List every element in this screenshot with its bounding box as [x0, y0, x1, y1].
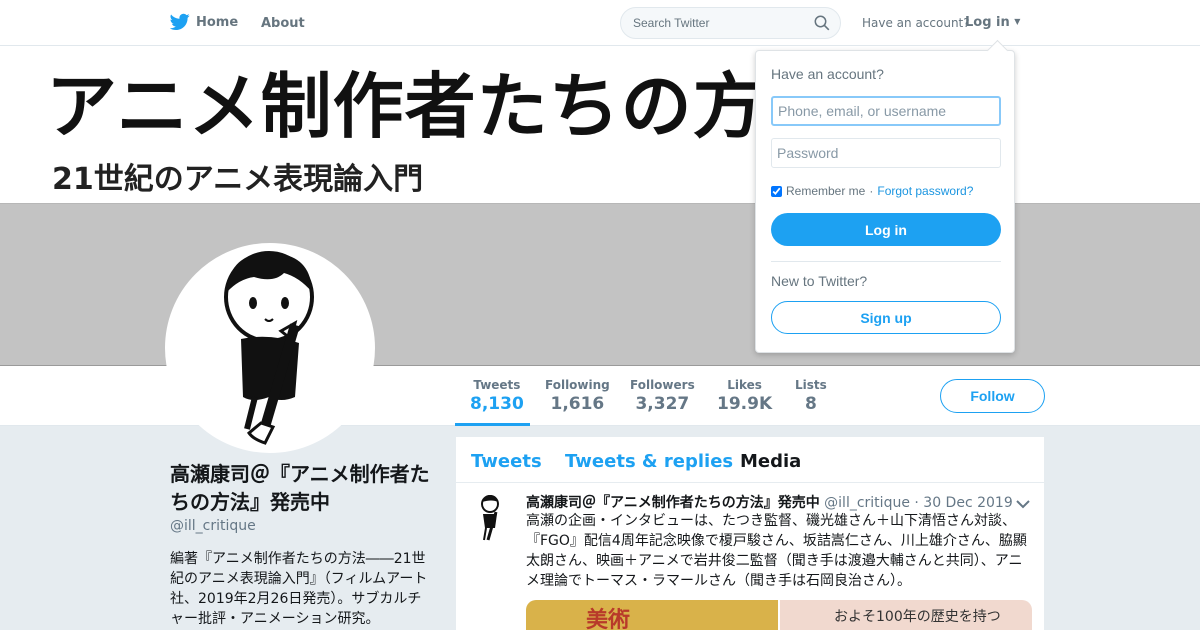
separator-dot: · — [869, 184, 874, 198]
stat-value: 1,616 — [550, 394, 605, 414]
media-text-1: 美術 — [586, 608, 631, 630]
login-button[interactable]: Log in — [771, 213, 1001, 246]
stat-followers[interactable]: Followers 3,327 — [630, 378, 695, 414]
forgot-password-link[interactable]: Forgot password? — [877, 184, 973, 198]
remember-label[interactable]: Remember me — [786, 184, 865, 198]
profile-bio: 編著『アニメ制作者たちの方法――21世紀のアニメ表現論入門』（フィルムアート社、… — [170, 551, 428, 627]
password-input[interactable] — [771, 138, 1001, 168]
remember-checkbox[interactable] — [771, 185, 782, 197]
search-box — [620, 7, 841, 39]
have-account-text: Have an account? — [862, 16, 970, 30]
banner-title: アニメ制作者たちの方法 — [46, 65, 837, 148]
profile-handle: @ill_critique — [170, 518, 256, 534]
stat-likes[interactable]: Likes 19.9K — [717, 378, 772, 414]
new-to-twitter-text: New to Twitter? — [771, 273, 868, 289]
stat-tweets[interactable]: Tweets 8,130 — [470, 378, 524, 414]
follow-button[interactable]: Follow — [940, 379, 1045, 413]
remember-row: Remember me · Forgot password? — [771, 184, 973, 198]
tab-media[interactable]: Media — [740, 451, 801, 472]
search-icon[interactable] — [814, 15, 830, 35]
tweet-time[interactable]: · 30 Dec 2019 — [914, 495, 1012, 511]
stat-value: 3,327 — [635, 394, 690, 414]
tweet-image-1[interactable]: 美術 — [526, 600, 778, 630]
stat-label: Tweets — [473, 378, 521, 392]
tweet-handle[interactable]: @ill_critique — [824, 495, 910, 511]
login-dropdown: Have an account? Remember me · Forgot pa… — [755, 50, 1015, 353]
stat-lists[interactable]: Lists 8 — [795, 378, 827, 414]
divider — [771, 261, 1001, 262]
search-input[interactable] — [621, 8, 801, 38]
tab-tweets[interactable]: Tweets — [471, 451, 542, 472]
nav-about[interactable]: About — [261, 16, 305, 31]
nav-home-label: Home — [196, 14, 239, 30]
tweet-author[interactable]: 高瀬康司＠『アニメ制作者たちの方法』発売中 — [526, 495, 820, 511]
top-nav: Home About Have an account? Log in ▼ — [0, 0, 1200, 46]
stat-value: 8,130 — [470, 394, 524, 414]
timeline-tabs: Tweets Tweets & replies Media — [456, 437, 1044, 483]
tweet-avatar[interactable] — [472, 494, 508, 544]
tab-tweets-replies[interactable]: Tweets & replies — [565, 451, 733, 472]
banner-subtitle: 21世紀のアニメ表現論入門 — [52, 162, 424, 197]
tweet-text: 高瀬の企画・インタビューは、たつき監督、磯光雄さん＋山下清悟さん対談、『FGO』… — [526, 513, 1027, 589]
signup-button[interactable]: Sign up — [771, 301, 1001, 334]
active-stat-underline — [455, 423, 530, 426]
timeline: Tweets Tweets & replies Media 高瀬康司＠『アニメ制… — [456, 437, 1044, 630]
stat-label: Lists — [795, 378, 827, 392]
tweet[interactable]: 高瀬康司＠『アニメ制作者たちの方法』発売中 @ill_critique · 30… — [456, 484, 1044, 630]
avatar-illustration — [224, 251, 314, 445]
banner-image: アニメ制作者たちの方法 21世紀のアニメ表現論入門 — [0, 46, 1200, 204]
tweet-header: 高瀬康司＠『アニメ制作者たちの方法』発売中 @ill_critique · 30… — [526, 492, 1013, 512]
twitter-bird-icon — [170, 13, 190, 31]
media-text-2: およそ100年の歴史を持つ — [834, 609, 1001, 625]
stat-value: 8 — [804, 394, 817, 414]
nav-home[interactable]: Home — [170, 13, 238, 31]
stat-value: 19.9K — [717, 394, 773, 414]
tweet-image-2[interactable]: およそ100年の歴史を持つ — [780, 600, 1032, 630]
username-input[interactable] — [771, 96, 1001, 126]
tweet-media: 美術 およそ100年の歴史を持つ — [526, 600, 1032, 630]
login-dropdown-toggle[interactable]: Log in ▼ — [965, 15, 1020, 30]
stat-label: Following — [545, 378, 610, 392]
profile-avatar[interactable] — [165, 243, 375, 453]
stat-label: Followers — [630, 378, 695, 392]
login-toggle-label: Log in — [965, 15, 1010, 30]
stat-following[interactable]: Following 1,616 — [545, 378, 610, 414]
profile-name: 高瀬康司＠『アニメ制作者たちの方法』発売中 — [170, 462, 430, 514]
stat-label: Likes — [727, 378, 762, 392]
login-dropdown-title: Have an account? — [771, 66, 884, 82]
caret-down-icon: ▼ — [1014, 17, 1021, 26]
